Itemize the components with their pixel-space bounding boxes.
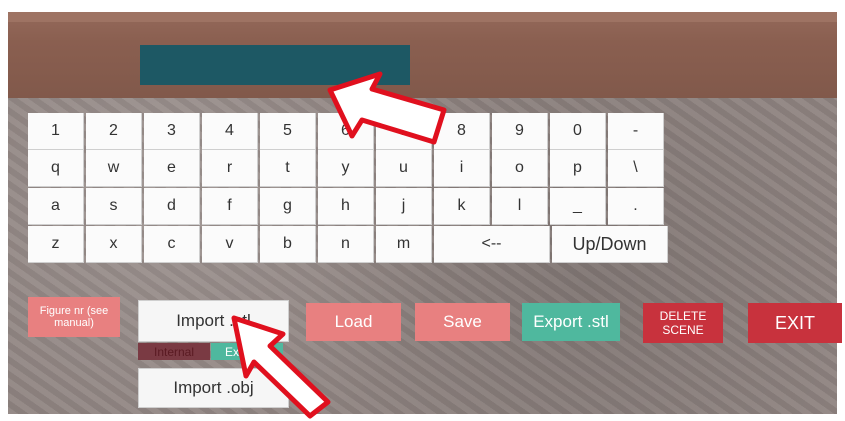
key-a[interactable]: a [28, 188, 84, 225]
save-button[interactable]: Save [415, 303, 510, 341]
key-s[interactable]: s [86, 188, 142, 225]
key-u[interactable]: u [376, 150, 432, 187]
key-0[interactable]: 0 [550, 113, 606, 150]
key-i[interactable]: i [434, 150, 490, 187]
key-4[interactable]: 4 [202, 113, 258, 150]
key-backspace[interactable]: <-- [434, 226, 550, 263]
arrow-pointer-icon [327, 71, 447, 145]
key-l[interactable]: l [492, 188, 548, 225]
key-m[interactable]: m [376, 226, 432, 263]
export-stl-button[interactable]: Export .stl [522, 303, 620, 341]
key-_[interactable]: _ [550, 188, 606, 225]
key-o[interactable]: o [492, 150, 548, 187]
key-f[interactable]: f [202, 188, 258, 225]
key-n[interactable]: n [318, 226, 374, 263]
key--[interactable]: - [608, 113, 664, 150]
key-e[interactable]: e [144, 150, 200, 187]
key-y[interactable]: y [318, 150, 374, 187]
key-3[interactable]: 3 [144, 113, 200, 150]
key-k[interactable]: k [434, 188, 490, 225]
key-c[interactable]: c [144, 226, 200, 263]
key-.[interactable]: . [608, 188, 664, 225]
key-r[interactable]: r [202, 150, 258, 187]
internal-toggle[interactable]: Internal [138, 343, 210, 360]
key-w[interactable]: w [86, 150, 142, 187]
key-v[interactable]: v [202, 226, 258, 263]
key-h[interactable]: h [318, 188, 374, 225]
key-t[interactable]: t [260, 150, 316, 187]
key-5[interactable]: 5 [260, 113, 316, 150]
delete-scene-button[interactable]: DELETE SCENE [643, 303, 723, 343]
arrow-pointer-icon [231, 315, 331, 419]
key-d[interactable]: d [144, 188, 200, 225]
wall-edge [8, 12, 837, 22]
key-g[interactable]: g [260, 188, 316, 225]
key-j[interactable]: j [376, 188, 432, 225]
key-b[interactable]: b [260, 226, 316, 263]
key-up-down[interactable]: Up/Down [552, 226, 668, 263]
key-9[interactable]: 9 [492, 113, 548, 150]
exit-button[interactable]: EXIT [748, 303, 842, 343]
figure-nr-button[interactable]: Figure nr (see manual) [28, 297, 120, 337]
vr-scene: 1234567890-qwertyuiop\asdfghjkl_.zxcvbnm… [0, 0, 845, 421]
key-x[interactable]: x [86, 226, 142, 263]
key-z[interactable]: z [28, 226, 84, 263]
key-p[interactable]: p [550, 150, 606, 187]
key-q[interactable]: q [28, 150, 84, 187]
key-\[interactable]: \ [608, 150, 664, 187]
key-1[interactable]: 1 [28, 113, 84, 150]
key-2[interactable]: 2 [86, 113, 142, 150]
